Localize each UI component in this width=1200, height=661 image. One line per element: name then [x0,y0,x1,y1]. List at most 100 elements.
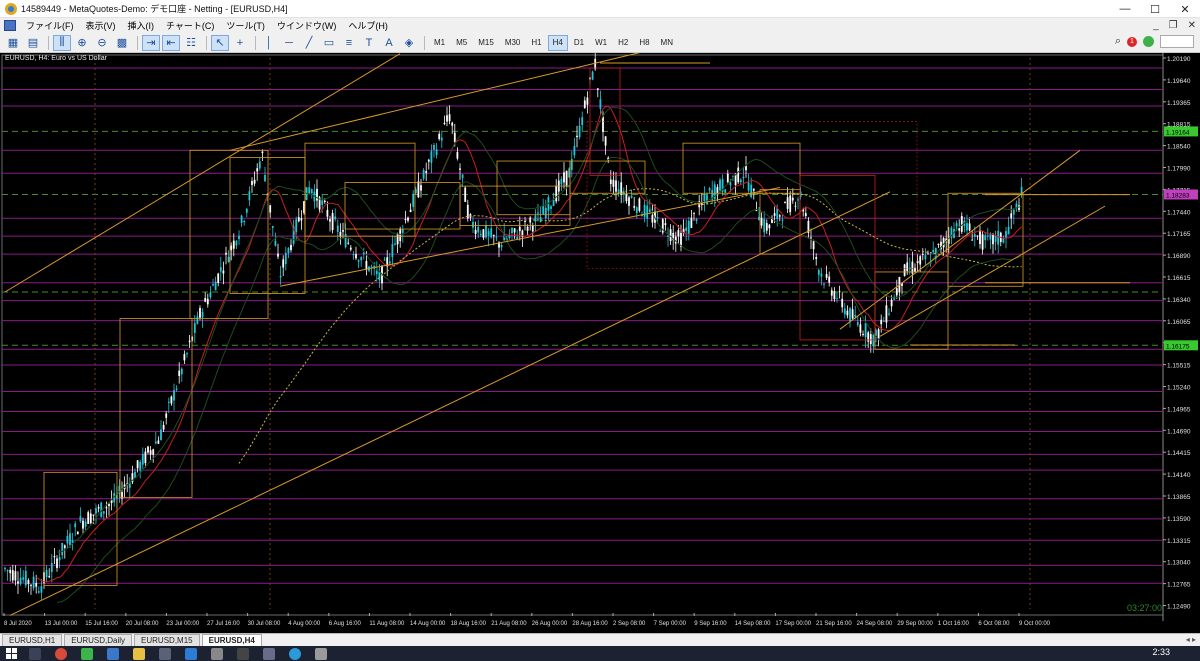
candle-body [201,311,204,318]
timeframe-m5[interactable]: M5 [451,35,472,51]
candle-body [17,581,19,584]
store-icon[interactable] [263,647,275,660]
new-chart-icon[interactable]: ▦ [4,35,22,51]
chart-shift-icon[interactable]: ⇤ [162,34,180,51]
candle-body [646,205,649,219]
explorer-icon[interactable] [133,647,145,660]
chart-window-icon[interactable] [4,20,16,31]
taskbar-clock: 2:33 [1152,647,1170,657]
timeframe-h2[interactable]: H2 [613,35,633,51]
metatrader-taskbar-icon[interactable] [107,647,119,660]
candle-body [139,462,142,471]
vertical-line-icon[interactable]: │ [260,35,278,51]
price-axis-label: 1.16340 [1167,297,1191,304]
menu-tools[interactable]: ツール(T) [220,19,271,32]
text-icon[interactable]: T [360,35,378,51]
minimize-button[interactable]: — [1110,0,1140,18]
menu-window[interactable]: ウインドウ(W) [271,19,343,32]
candle-body [667,235,669,237]
chart-canvas[interactable]: 1.201901.196401.193651.188151.185401.179… [0,53,1200,633]
edge-icon[interactable] [289,647,301,660]
price-marker-label: 1.18283 [1166,192,1190,199]
candle-body [212,284,214,286]
toolbar-separator [424,35,425,50]
maximize-button[interactable]: ☐ [1140,0,1170,18]
search-taskbar-icon[interactable] [29,647,41,660]
timeframe-h4[interactable]: H4 [547,34,568,51]
settings-icon[interactable] [159,647,171,660]
price-chart[interactable]: 1.20190 1.19640 1.19365 1.18815 1.18540 1.179… [0,53,1200,633]
chart-mode-icon[interactable]: ⫼ [53,34,71,51]
timeframe-m30[interactable]: M30 [500,35,526,51]
chart-minimize-button[interactable]: _ [1153,20,1159,31]
tab-eurusd-h4[interactable]: EURUSD,H4 [201,634,262,646]
tab-eurusd-m15[interactable]: EURUSD,M15 [134,634,200,646]
shapes-icon[interactable]: ◈ [400,35,418,51]
chart-frame [1,54,1164,616]
tab-eurusd-daily[interactable]: EURUSD,Daily [64,634,133,646]
candle-body [27,580,30,584]
search-icon[interactable]: ⌕ [1115,35,1121,48]
tab-scroll-arrows[interactable]: ◂ ▸ [1186,635,1196,644]
candle-body [253,179,256,184]
timeframe-h1[interactable]: H1 [526,35,546,51]
candle-body [986,235,989,237]
menu-file[interactable]: ファイル(F) [20,19,80,32]
timeframe-mn[interactable]: MN [656,35,678,51]
chrome-icon[interactable] [55,647,67,660]
fibonacci-icon[interactable]: ≡ [340,35,358,51]
timeframe-m15[interactable]: M15 [473,35,499,51]
cursor-icon[interactable]: ↖ [211,34,229,51]
horizontal-line-icon[interactable]: ─ [280,35,298,51]
tab-eurusd-h1[interactable]: EURUSD,H1 [2,634,63,646]
terminal-icon[interactable] [237,647,249,660]
label-icon[interactable]: A [380,35,398,51]
candle-body [602,116,604,132]
candle-body [14,571,17,581]
rectangle-icon[interactable]: ▭ [320,35,338,51]
search-input[interactable] [1160,35,1194,48]
chart-close-button[interactable]: ✕ [1188,20,1196,31]
candle-body [149,450,152,455]
price-axis-label: 1.15515 [1167,363,1191,370]
timeframe-w1[interactable]: W1 [590,35,612,51]
crosshair-icon[interactable]: + [231,35,249,51]
indicators-icon[interactable]: ▩ [113,35,131,51]
mail-icon[interactable] [185,647,197,660]
candle-body [760,217,763,226]
candle-body [958,228,961,231]
properties-icon[interactable]: ☷ [182,35,200,51]
profiles-icon[interactable]: ▤ [24,35,42,51]
autoscroll-icon[interactable]: ⇥ [142,34,160,51]
chart-restore-button[interactable]: ❐ [1169,20,1178,31]
candle-body [563,172,565,183]
menu-view[interactable]: 表示(V) [80,19,122,32]
price-axis-label: 1.17990 [1167,166,1191,173]
windows-start-icon[interactable] [6,648,17,659]
zoom-out-icon[interactable]: ⊖ [93,35,111,51]
candle-body [347,242,350,244]
candle-body [500,245,503,248]
candle-body [739,179,742,183]
app-icon[interactable] [315,647,327,660]
timeframe-d1[interactable]: D1 [569,35,589,51]
candle-body [37,591,40,593]
candle-body [248,191,251,201]
trendline-icon[interactable]: ╱ [300,35,318,51]
timeframe-h8[interactable]: H8 [634,35,654,51]
candle-body [243,221,246,223]
menu-chart[interactable]: チャート(C) [160,19,220,32]
candle-body [784,202,786,204]
line-app-icon[interactable] [81,647,93,660]
close-button[interactable]: ✕ [1170,0,1200,18]
zoom-in-icon[interactable]: ⊕ [73,35,91,51]
menu-help[interactable]: ヘルプ(H) [342,19,394,32]
timeframe-m1[interactable]: M1 [429,35,450,51]
candle-body [209,292,212,298]
price-axis-label: 1.17440 [1167,209,1191,216]
candle-body [565,170,568,186]
signals-icon[interactable] [1143,36,1154,47]
menu-insert[interactable]: 挿入(I) [122,19,161,32]
photos-icon[interactable] [211,647,223,660]
notifications-badge[interactable]: 1 [1127,36,1137,47]
